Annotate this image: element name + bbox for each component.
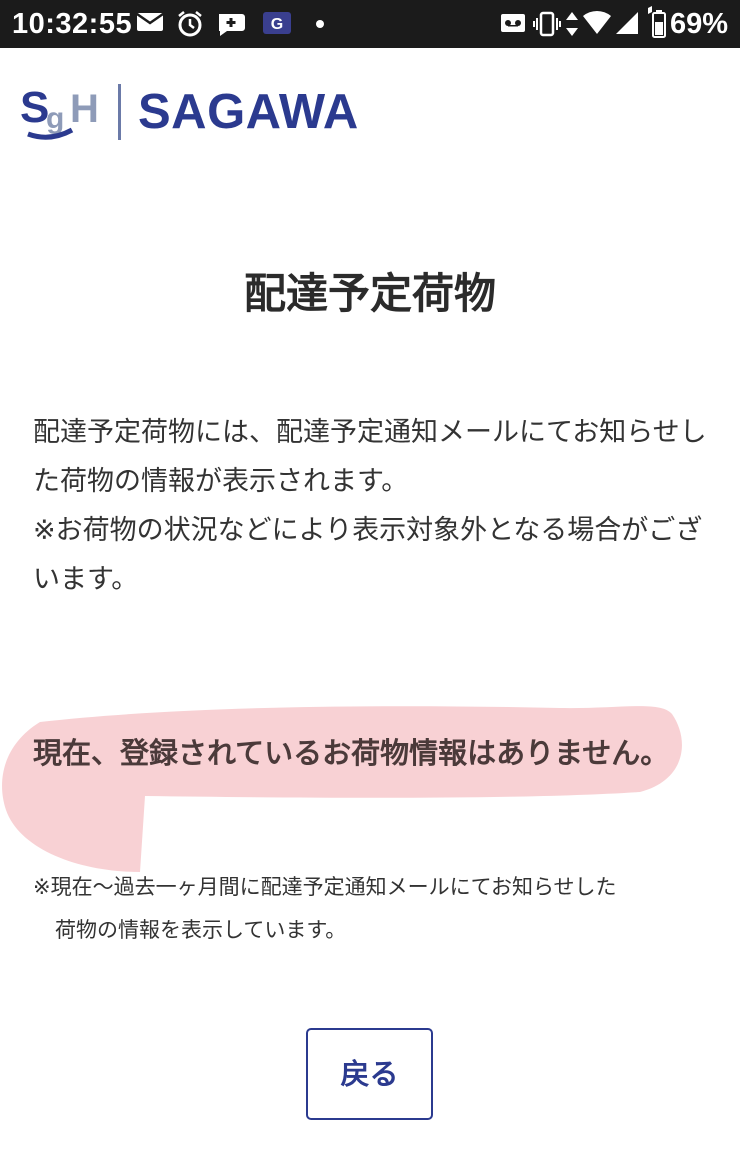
dot-icon — [316, 20, 324, 28]
status-time: 10:32:55 — [12, 8, 133, 40]
app-g-icon: G — [263, 12, 291, 34]
chat-plus-icon — [219, 14, 245, 36]
marker-highlight — [2, 706, 682, 872]
description: 配達予定荷物には、配達予定通知メールにてお知らせした荷物の情報が表示されます。 … — [33, 408, 713, 604]
status-bar: 10:32:55 G 69% — [0, 0, 740, 48]
footnote-line-1: ※現在〜過去一ヶ月間に配達予定通知メールにてお知らせした — [33, 875, 617, 899]
data-arrows-icon — [566, 12, 578, 36]
svg-text:g: g — [46, 102, 64, 135]
footnote-line-2: 荷物の情報を表示しています。 — [55, 918, 347, 942]
svg-text:S: S — [20, 83, 49, 132]
vibrate-icon — [533, 11, 561, 37]
svg-text:H: H — [70, 87, 99, 131]
page-title: 配達予定荷物 — [243, 269, 496, 318]
screen: 10:32:55 G 69% S g H SAGAWA 配達予定荷物 配達予定荷… — [0, 0, 740, 1152]
no-packages-notice: 現在、登録されているお荷物情報はありません。 — [33, 736, 670, 770]
wifi-icon — [583, 10, 611, 35]
footnote: ※現在〜過去一ヶ月間に配達予定通知メールにてお知らせした 荷物の情報を表示してい… — [33, 866, 713, 952]
sgh-logo-mark: S g H — [20, 83, 99, 140]
description-line-2: ※お荷物の状況などにより表示対象外となる場合がございます。 — [33, 515, 703, 595]
battery-percent: 69% — [669, 8, 728, 40]
back-button[interactable]: 戻る — [306, 1028, 433, 1120]
logo-wordmark: SAGAWA — [138, 85, 359, 139]
svg-text:G: G — [271, 16, 283, 33]
description-line-1: 配達予定荷物には、配達予定通知メールにてお知らせした荷物の情報が表示されます。 — [33, 417, 707, 497]
alarm-clock-icon — [178, 11, 202, 37]
voicemail-icon — [501, 14, 525, 32]
mail-icon — [136, 12, 164, 31]
sagawa-logo: S g H SAGAWA — [20, 80, 380, 142]
signal-icon — [616, 12, 638, 34]
logo-divider — [118, 84, 121, 140]
